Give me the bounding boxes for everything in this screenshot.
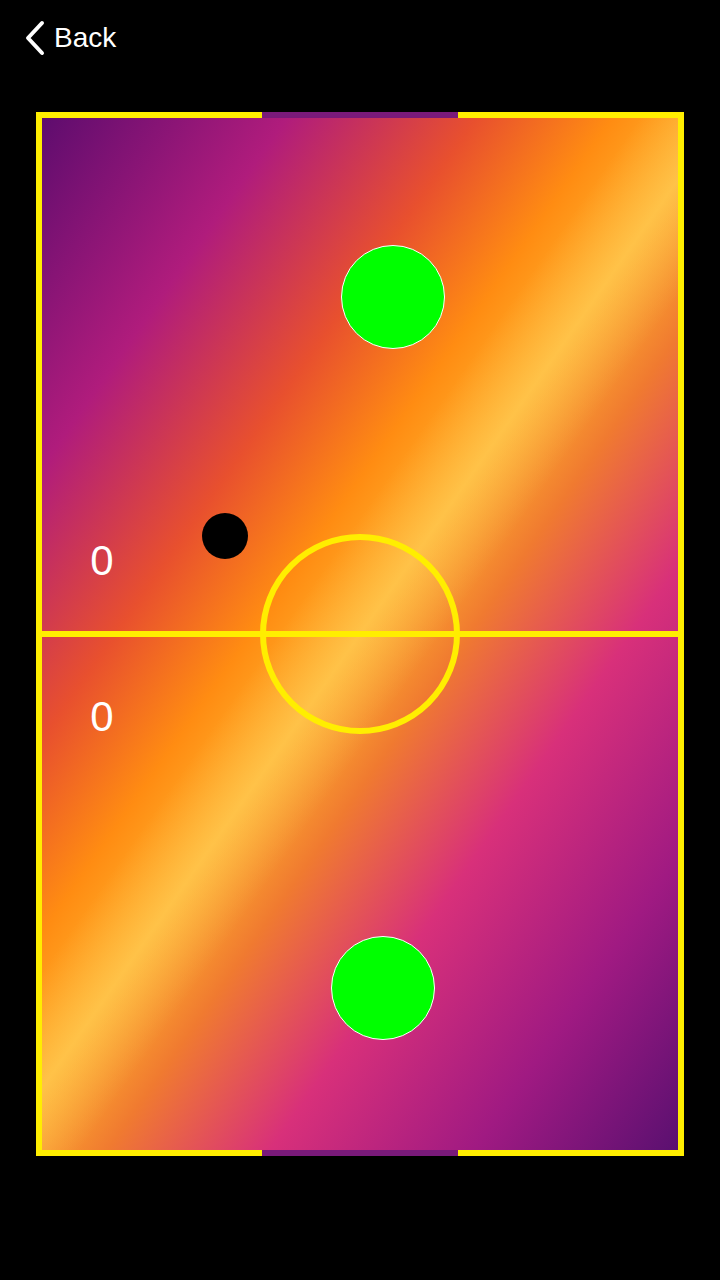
opponent-paddle (341, 245, 445, 349)
center-circle (260, 534, 460, 734)
player-paddle[interactable] (331, 936, 435, 1040)
top-score: 0 (80, 536, 124, 586)
bottom-goal (262, 1150, 458, 1156)
back-label[interactable]: Back (54, 22, 116, 54)
game-field: 00 (36, 112, 684, 1156)
back-button[interactable]: Back (20, 18, 120, 58)
top-goal (262, 112, 458, 118)
center-line (42, 631, 678, 637)
chevron-left-icon[interactable] (24, 20, 46, 56)
bottom-score: 0 (80, 692, 124, 742)
puck (202, 513, 248, 559)
